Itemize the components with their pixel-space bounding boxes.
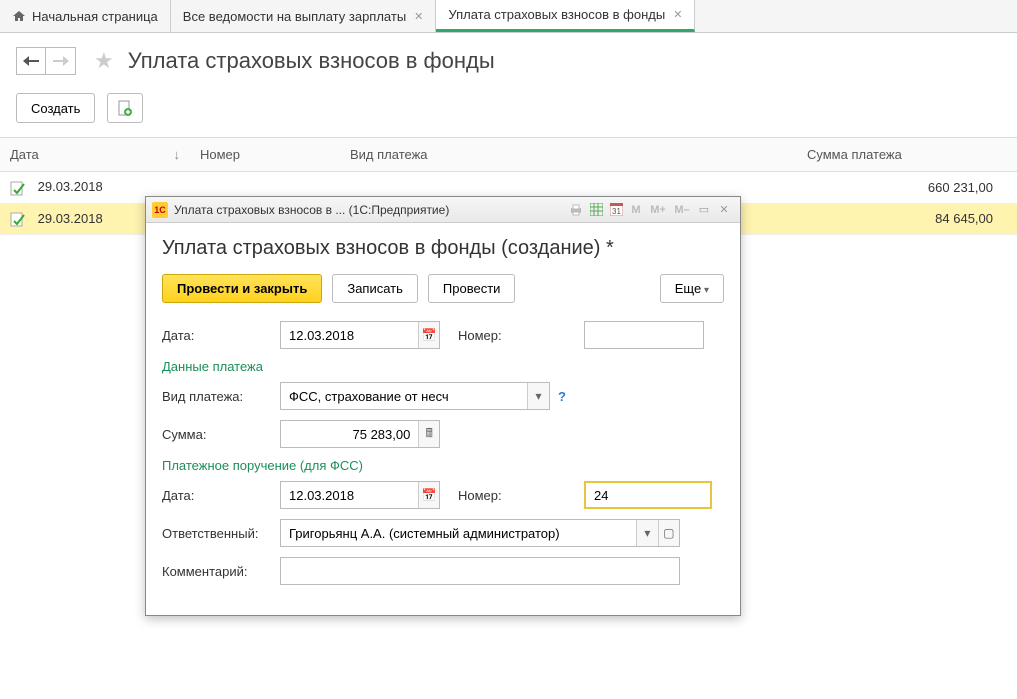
list-toolbar: Создать [0,93,1017,137]
table-header-row: Дата Номер Вид платежа Сумма платежа [0,138,1017,172]
calc-mplus-icon[interactable]: M+ [646,201,670,219]
label-order-date: Дата: [162,488,280,503]
dropdown-icon[interactable]: ▾ [527,383,549,409]
post-and-close-button[interactable]: Провести и закрыть [162,274,322,303]
tab-home[interactable]: Начальная страница [0,0,171,32]
order-date-field[interactable]: 📅 [280,481,440,509]
nav-forward-button[interactable] [46,47,76,75]
responsible-input[interactable] [281,520,636,546]
minimize-icon[interactable]: ▭ [694,201,714,219]
row-comment: Комментарий: [162,557,724,585]
label-order-number: Номер: [458,488,576,503]
row-payment-type: Вид платежа: ▾ ? [162,382,724,410]
comment-input[interactable] [281,558,679,584]
order-number-input[interactable] [586,483,710,507]
row-sum: Сумма: 🖩 [162,420,724,448]
dropdown-icon[interactable]: ▾ [636,520,657,546]
dialog-window-title: Уплата страховых взносов в ... (1С:Предп… [174,203,449,217]
close-icon[interactable]: ✕ [414,10,423,23]
date-input[interactable] [281,322,418,348]
tab-bar: Начальная страница Все ведомости на выпл… [0,0,1017,33]
home-icon [12,9,26,23]
cell-date: 29.03.2018 [38,211,103,226]
cell-sum: 660 231,00 [797,172,1017,204]
order-number-field[interactable] [584,481,712,509]
page-title: Уплата страховых взносов в фонды [128,48,495,74]
label-comment: Комментарий: [162,564,280,579]
calendar-grid-icon[interactable] [586,201,606,219]
create-from-template-button[interactable] [107,93,143,123]
create-button[interactable]: Создать [16,93,95,123]
dialog-toolbar: Провести и закрыть Записать Провести Еще [162,274,724,303]
responsible-select[interactable]: ▾ ▢ [280,519,680,547]
section-payment-data: Данные платежа [162,359,724,374]
col-sum[interactable]: Сумма платежа [797,138,1017,172]
create-document-dialog: 1C Уплата страховых взносов в ... (1С:Пр… [145,196,741,616]
calendar-icon[interactable]: 📅 [418,482,439,508]
payment-type-input[interactable] [281,383,527,409]
row-date-number: Дата: 📅 Номер: [162,321,724,349]
document-posted-icon [10,180,26,196]
sum-input[interactable] [281,421,418,447]
label-payment-type: Вид платежа: [162,389,280,404]
close-dialog-icon[interactable]: ✕ [714,201,734,219]
help-icon[interactable]: ? [558,389,566,404]
col-date[interactable]: Дата [0,138,190,172]
tab-home-label: Начальная страница [32,9,158,24]
payment-type-select[interactable]: ▾ [280,382,550,410]
number-field[interactable] [584,321,704,349]
more-button[interactable]: Еще [660,274,724,303]
calendar-icon[interactable]: 📅 [418,322,439,348]
section-payment-order: Платежное поручение (для ФСС) [162,458,724,473]
tab-all-payroll[interactable]: Все ведомости на выплату зарплаты ✕ [171,0,437,32]
label-number: Номер: [458,328,576,343]
nav-back-button[interactable] [16,47,46,75]
label-sum: Сумма: [162,427,280,442]
tab-all-label: Все ведомости на выплату зарплаты [183,9,406,24]
nav-row: ★ Уплата страховых взносов в фонды [0,33,1017,93]
calc-m-icon[interactable]: M [626,201,646,219]
label-date: Дата: [162,328,280,343]
cell-date: 29.03.2018 [38,179,103,194]
app-1c-icon: 1C [152,202,168,218]
favorite-star-icon[interactable]: ★ [94,48,114,74]
row-responsible: Ответственный: ▾ ▢ [162,519,724,547]
open-ref-icon[interactable]: ▢ [658,520,679,546]
calc-mminus-icon[interactable]: M– [670,201,694,219]
save-button[interactable]: Записать [332,274,418,303]
col-type[interactable]: Вид платежа [340,138,797,172]
document-posted-icon [10,211,26,227]
close-icon[interactable]: ✕ [673,8,682,21]
print-icon[interactable] [566,201,586,219]
col-number[interactable]: Номер [190,138,340,172]
dialog-body: Уплата страховых взносов в фонды (создан… [146,223,740,615]
order-date-input[interactable] [281,482,418,508]
cell-sum: 84 645,00 [797,203,1017,235]
number-input[interactable] [585,322,703,348]
post-button[interactable]: Провести [428,274,516,303]
row-order-date-number: Дата: 📅 Номер: [162,481,724,509]
dialog-heading: Уплата страховых взносов в фонды (создан… [162,237,724,260]
calculator-icon[interactable]: 🖩 [418,421,439,447]
comment-field[interactable] [280,557,680,585]
calendar-day-icon[interactable]: 31 [606,201,626,219]
tab-insurance-pay[interactable]: Уплата страховых взносов в фонды ✕ [436,0,695,32]
svg-text:31: 31 [612,207,621,216]
dialog-titlebar[interactable]: 1C Уплата страховых взносов в ... (1С:Пр… [146,197,740,223]
label-responsible: Ответственный: [162,526,280,541]
date-field[interactable]: 📅 [280,321,440,349]
tab-pay-label: Уплата страховых взносов в фонды [448,7,665,22]
sum-field[interactable]: 🖩 [280,420,440,448]
